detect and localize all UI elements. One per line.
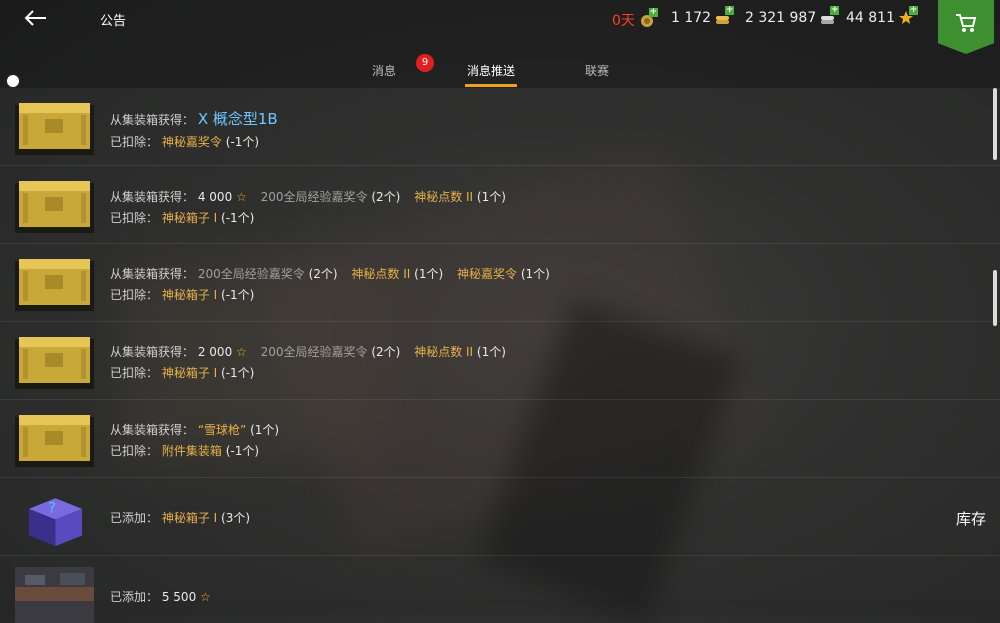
reward-item: 200全局经验嘉奖令 [197,267,305,281]
added-value: 5 500 [161,590,197,604]
back-arrow-icon[interactable] [22,6,50,30]
deducted-item: 附件集装箱 [161,444,222,458]
tab-league[interactable]: 联赛 [585,62,609,79]
list-item[interactable]: 已添加： 5 500 ☆ [0,556,1000,623]
reward-value: 4 000 [197,190,233,204]
gold-crate-icon [15,415,94,467]
obtained-label: 从集装箱获得： [110,113,195,127]
gold-value: 1 172 [671,10,712,26]
gold-crate-icon [15,337,94,389]
star-resource[interactable]: 44 811 + [846,6,918,26]
deducted-label: 已扣除： [110,288,159,302]
cart-icon [956,14,977,32]
list-item[interactable]: ? 已添加： 神秘箱子 I (3个) 库存 [0,478,1000,556]
scrollbar-thumb[interactable] [993,88,997,160]
deducted-qty: (-1个) [221,288,255,302]
deducted-label: 已扣除： [110,135,159,149]
list-item[interactable]: 从集装箱获得： 200全局经验嘉奖令 (2个) 神秘点数 II (1个) 神秘嘉… [0,244,1000,322]
tab-messages[interactable]: 消息 [372,62,396,79]
gold-crate-icon [15,259,94,311]
gold-coin-icon: + [714,6,735,26]
map-thumbnail-icon [15,567,94,623]
deducted-qty: (-1个) [225,135,260,149]
silver-value: 2 321 987 [745,10,817,26]
reward-qty: (1个) [250,423,280,437]
star-icon: ☆ [200,590,211,604]
reward-item: 200全局经验嘉奖令 [260,190,368,204]
reward-qty: (1个) [520,267,550,281]
reward-item: 神秘嘉奖令 [456,267,517,281]
deducted-qty: (-1个) [225,444,260,458]
reward-qty: (2个) [371,345,401,359]
obtained-label: 从集装箱获得： [110,267,195,281]
deducted-label: 已扣除： [110,366,159,380]
deducted-qty: (-1个) [221,366,255,380]
star-value: 44 811 [846,10,895,26]
vip-days-value: 0天 [612,13,635,29]
deducted-item: 神秘嘉奖令 [161,135,222,149]
deducted-item: 神秘箱子 I [161,288,218,302]
obtained-label: 从集装箱获得： [110,190,195,204]
reward-qty: (1个) [414,267,444,281]
list-item[interactable]: 从集装箱获得： “雪球枪” (1个) 已扣除： 附件集装箱 (-1个) [0,400,1000,478]
reward-value: 2 000 [197,345,233,359]
reward-item: 神秘点数 II [414,190,474,204]
obtained-label: 从集装箱获得： [110,423,195,437]
list-item[interactable]: 从集装箱获得： 2 000 ☆ 200全局经验嘉奖令 (2个) 神秘点数 II … [0,322,1000,400]
added-label: 已添加： [110,511,159,525]
active-tab-indicator [465,84,517,87]
shop-button[interactable] [938,0,994,54]
tab-push-messages[interactable]: 消息推送 [467,62,515,79]
added-label: 已添加： [110,590,159,604]
reward-qty: (1个) [476,190,506,204]
star-icon: ☆ [236,190,247,204]
added-qty: (3个) [221,511,251,525]
reward-item: X 概念型1B [197,110,278,128]
gold-resource[interactable]: 1 172 + [671,6,735,26]
reward-item: “雪球枪” [197,423,247,437]
added-item: 神秘箱子 I [161,511,218,525]
list-item[interactable]: 从集装箱获得： X 概念型1B 已扣除： 神秘嘉奖令 (-1个) [0,88,1000,166]
vip-badge-icon: + [638,8,658,28]
messages-count-badge: 9 [416,54,434,72]
silver-coin-icon: + [819,6,840,26]
scrollbar-thumb-secondary[interactable] [993,270,997,326]
deducted-label: 已扣除： [110,444,159,458]
inventory-button[interactable]: 库存 [956,508,986,529]
gold-crate-icon [15,181,94,233]
mystery-box-icon: ? [28,498,83,547]
reward-qty: (2个) [308,267,338,281]
obtained-label: 从集装箱获得： [110,345,195,359]
page-title: 公告 [100,14,127,29]
reward-qty: (2个) [371,190,401,204]
deducted-label: 已扣除： [110,211,159,225]
reward-item: 神秘点数 II [414,345,474,359]
reward-item: 200全局经验嘉奖令 [260,345,368,359]
svg-text:?: ? [48,500,56,516]
vip-days-resource[interactable]: 0天 + [612,8,658,30]
notification-dot[interactable] [5,73,21,89]
top-bar: 公告 0天 + 1 172 + 2 321 987 + 44 811 + 消息 … [0,0,1000,88]
deducted-item: 神秘箱子 I [161,366,218,380]
deducted-qty: (-1个) [221,211,255,225]
list-item[interactable]: 从集装箱获得： 4 000 ☆ 200全局经验嘉奖令 (2个) 神秘点数 II … [0,166,1000,244]
star-icon: + [898,6,918,26]
gold-crate-icon [15,103,94,155]
reward-qty: (1个) [476,345,506,359]
star-icon: ☆ [236,345,247,359]
silver-resource[interactable]: 2 321 987 + [745,6,840,26]
reward-item: 神秘点数 II [351,267,411,281]
deducted-item: 神秘箱子 I [161,211,218,225]
